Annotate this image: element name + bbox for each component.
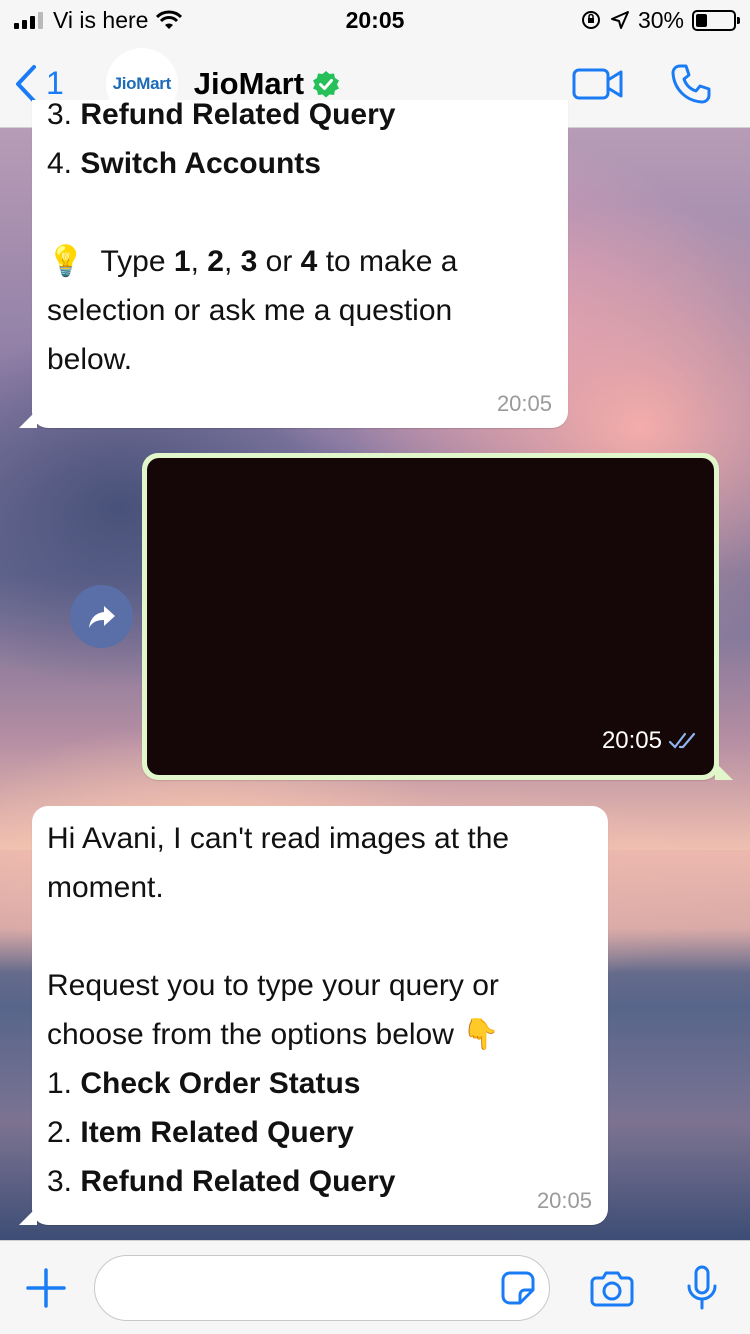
message-text: choose from the options below 👇 [47, 1018, 500, 1051]
chevron-left-icon [14, 64, 38, 104]
message-text: below. [47, 343, 133, 376]
signal-icon [14, 11, 43, 29]
battery-icon [692, 9, 740, 31]
list-item: 1. Check Order Status [47, 1067, 361, 1100]
voice-call-icon[interactable] [670, 63, 712, 105]
image-attachment[interactable]: 20:05 [147, 458, 714, 775]
outgoing-image-bubble[interactable]: 20:05 [142, 453, 733, 780]
camera-icon[interactable] [590, 1269, 634, 1307]
message-text: 💡 Type 1, 2, 3 or 4 to make a [47, 245, 458, 278]
orientation-lock-icon [580, 9, 602, 31]
message-text: Hi Avani, I can't read images at the [47, 822, 510, 855]
microphone-icon[interactable] [686, 1265, 718, 1311]
wifi-icon [156, 10, 183, 30]
forward-button[interactable] [70, 585, 133, 648]
plus-icon[interactable] [26, 1267, 66, 1308]
list-item: 3. Refund Related Query [47, 1165, 396, 1198]
message-time: 20:05 [601, 727, 662, 754]
forward-icon [87, 604, 117, 630]
status-bar: Vi is here 20:05 30% [0, 0, 750, 40]
message-time: 20:05 [496, 391, 552, 416]
message-text: selection or ask me a question [47, 294, 453, 327]
message-text: moment. [47, 871, 164, 904]
carrier-name: Vi is here [53, 6, 149, 33]
incoming-message-bubble[interactable]: 3. Refund Related Query 4. Switch Accoun… [19, 98, 568, 428]
video-call-icon[interactable] [572, 67, 624, 101]
list-item: 2. Item Related Query [47, 1116, 354, 1149]
message-text-field[interactable] [95, 1271, 501, 1304]
double-check-icon [668, 731, 700, 751]
pointing-down-icon: 👇 [462, 1018, 500, 1051]
message-time: 20:05 [536, 1188, 592, 1213]
lightbulb-icon: 💡 [47, 245, 85, 278]
location-icon [610, 10, 630, 30]
message-text: Request you to type your query or [47, 969, 499, 1002]
message-input-bar [0, 1240, 750, 1334]
list-item: 4. Switch Accounts [47, 147, 321, 180]
sticker-icon[interactable] [501, 1271, 535, 1305]
list-item: 3. Refund Related Query [47, 98, 396, 131]
incoming-message-bubble[interactable]: Hi Avani, I can't read images at the mom… [19, 806, 608, 1225]
battery-percent: 30% [637, 6, 684, 33]
message-input[interactable] [94, 1254, 550, 1321]
